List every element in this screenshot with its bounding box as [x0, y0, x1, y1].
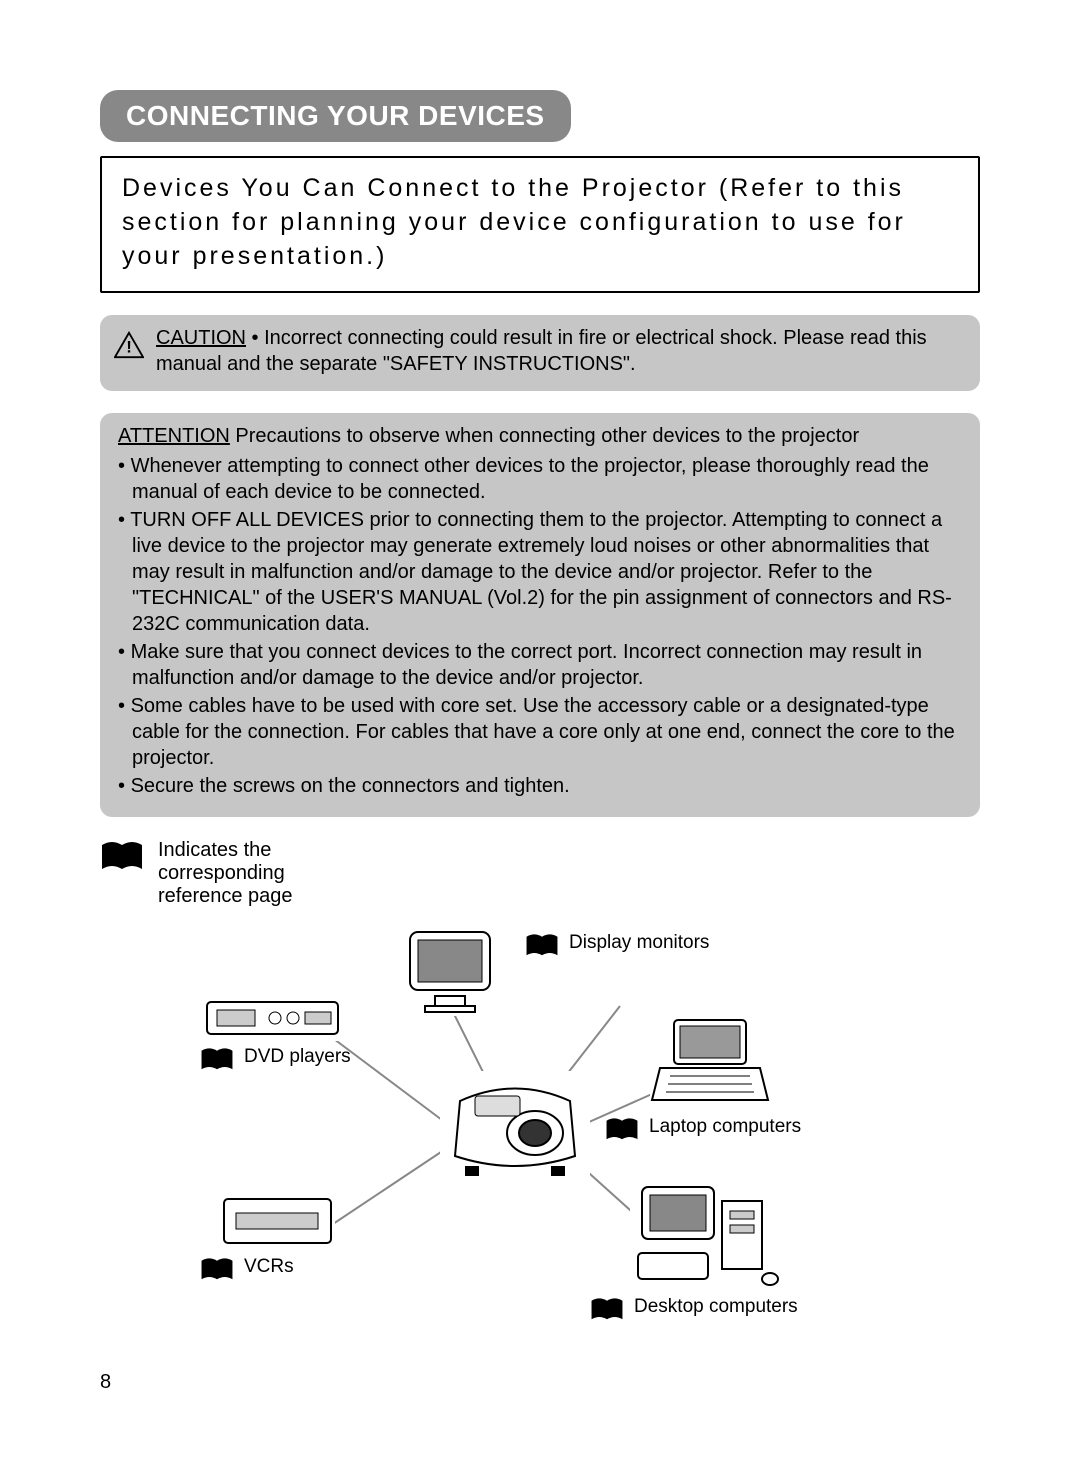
list-item: Some cables have to be used with core se…	[118, 693, 962, 771]
list-item: Whenever attempting to connect other dev…	[118, 453, 962, 505]
list-item: Secure the screws on the connectors and …	[118, 773, 962, 799]
book-icon	[200, 1256, 234, 1284]
list-item: Make sure that you connect devices to th…	[118, 639, 962, 691]
label-text: VCRs	[244, 1256, 294, 1278]
display-monitors-label: Display monitors	[525, 932, 709, 960]
desktop-illustration	[630, 1181, 780, 1291]
vcr-illustration	[220, 1191, 335, 1251]
book-icon	[590, 1296, 624, 1324]
page-title: CONNECTING YOUR DEVICES	[100, 90, 571, 142]
warning-icon: !	[114, 331, 144, 359]
caution-body: • Incorrect connecting could result in f…	[156, 327, 927, 375]
manual-page: CONNECTING YOUR DEVICES Devices You Can …	[0, 0, 1080, 1396]
list-item: TURN OFF ALL DEVICES prior to connecting…	[118, 507, 962, 637]
desktop-computers-label: Desktop computers	[590, 1296, 798, 1324]
attention-box: ATTENTION Precautions to observe when co…	[100, 413, 980, 817]
book-icon	[525, 932, 559, 960]
book-icon	[200, 1046, 234, 1074]
caution-text: CAUTION • Incorrect connecting could res…	[156, 325, 962, 377]
dvd-players-label: DVD players	[200, 1046, 351, 1074]
intro-box: Devices You Can Connect to the Projector…	[100, 156, 980, 293]
book-icon	[605, 1116, 639, 1144]
device-diagram: Display monitors DVD players Laptop comp…	[100, 926, 980, 1356]
display-monitor-illustration	[400, 926, 500, 1016]
label-text: Laptop computers	[649, 1116, 801, 1138]
attention-list: Whenever attempting to connect other dev…	[118, 453, 962, 799]
attention-label: ATTENTION	[118, 425, 230, 447]
label-text: DVD players	[244, 1046, 351, 1068]
label-text: Display monitors	[569, 932, 709, 954]
laptop-illustration	[650, 1016, 770, 1106]
laptop-computers-label: Laptop computers	[605, 1116, 801, 1144]
svg-text:!: !	[126, 338, 132, 357]
legend-text: Indicates the corresponding reference pa…	[158, 839, 338, 908]
page-number: 8	[100, 1371, 111, 1394]
attention-intro: Precautions to observe when connecting o…	[230, 425, 859, 447]
vcrs-label: VCRs	[200, 1256, 294, 1284]
label-text: Desktop computers	[634, 1296, 798, 1318]
legend-row: Indicates the corresponding reference pa…	[100, 839, 980, 908]
projector-illustration	[440, 1071, 590, 1181]
caution-box: ! CAUTION • Incorrect connecting could r…	[100, 315, 980, 391]
dvd-player-illustration	[205, 996, 340, 1041]
book-icon	[100, 839, 144, 875]
caution-label: CAUTION	[156, 327, 246, 349]
